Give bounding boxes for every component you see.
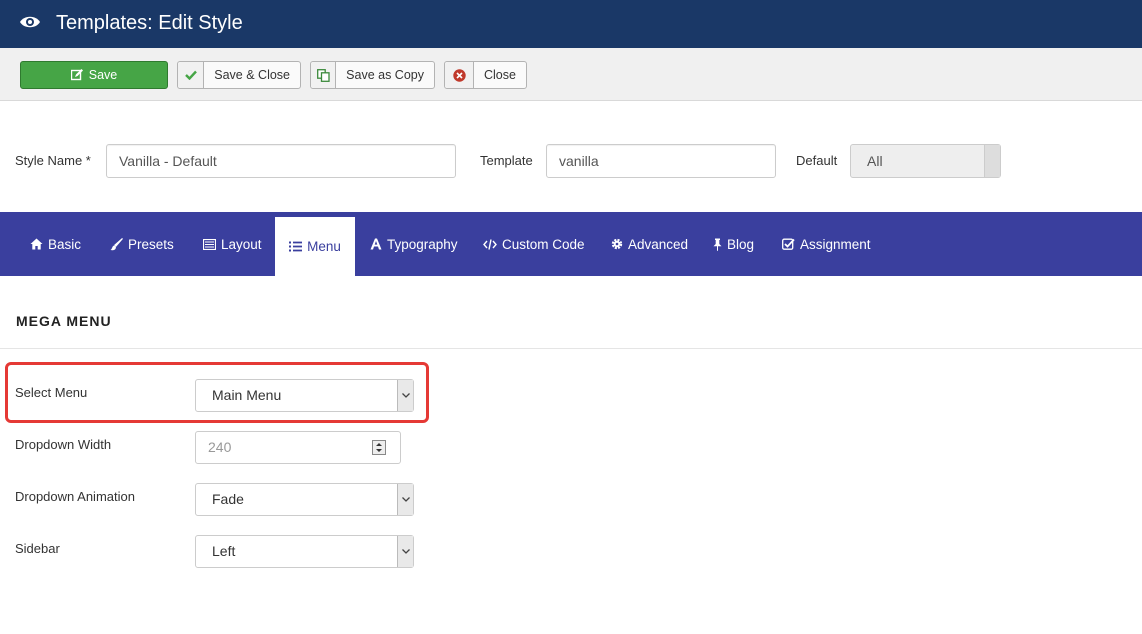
chevron-down-icon (397, 536, 413, 567)
save-close-button[interactable]: Save & Close (177, 61, 301, 89)
chevron-down-icon (397, 380, 413, 411)
select-menu-dropdown[interactable]: Main Menu (195, 379, 414, 412)
tab-presets-label: Presets (128, 236, 174, 252)
sidebar-select[interactable]: Left (195, 535, 414, 568)
tab-bar: Basic Presets Layout Menu Typography Cus… (0, 212, 1142, 276)
dropdown-animation-select[interactable]: Fade (195, 483, 414, 516)
font-icon (370, 238, 382, 250)
tab-menu[interactable]: Menu (275, 217, 355, 276)
save-close-label: Save & Close (214, 68, 290, 82)
eye-icon (20, 16, 40, 28)
tab-blog-label: Blog (727, 236, 755, 252)
home-icon (30, 238, 43, 250)
close-circle-icon (445, 62, 474, 88)
save-button[interactable]: Save (20, 61, 168, 89)
tab-presets[interactable]: Presets (110, 212, 174, 276)
dropdown-width-value: 240 (208, 439, 232, 455)
page-title: Templates: Edit Style (56, 12, 243, 34)
tab-typography-label: Typography (387, 236, 458, 252)
section-divider (0, 348, 1142, 349)
default-select[interactable]: All (850, 144, 1001, 178)
number-spinner-icon[interactable] (372, 440, 386, 455)
pin-icon (713, 238, 722, 251)
close-button[interactable]: Close (444, 61, 527, 89)
select-menu-value: Main Menu (212, 387, 282, 403)
close-label: Close (484, 68, 516, 82)
tab-blog[interactable]: Blog (713, 212, 754, 276)
toolbar: Save Save & Close Save as Copy Close (0, 48, 1142, 101)
chevron-down-icon (397, 484, 413, 515)
style-name-label: Style Name * (15, 153, 91, 168)
header-bar: Templates: Edit Style (0, 0, 1142, 48)
default-select-value: All (867, 153, 883, 169)
tab-assignment[interactable]: Assignment (782, 212, 871, 276)
dropdown-width-label: Dropdown Width (15, 437, 112, 452)
edit-icon (70, 69, 83, 81)
tab-basic-label: Basic (48, 236, 82, 252)
save-label: Save (88, 68, 118, 82)
tab-assignment-label: Assignment (800, 236, 871, 252)
list-icon (289, 241, 303, 252)
tab-custom-code[interactable]: Custom Code (483, 212, 585, 276)
style-name-input[interactable]: Vanilla - Default (106, 144, 456, 178)
chevron-down-icon (984, 145, 1000, 177)
sidebar-value: Left (212, 543, 236, 559)
tab-custom-code-label: Custom Code (502, 236, 585, 252)
tab-typography[interactable]: Typography (370, 212, 458, 276)
dropdown-animation-value: Fade (212, 491, 244, 507)
dropdown-width-input[interactable]: 240 (195, 431, 401, 464)
tab-advanced-label: Advanced (628, 236, 689, 252)
brush-icon (110, 237, 123, 250)
template-label: Template (480, 153, 533, 168)
check-icon (178, 62, 205, 88)
tab-basic[interactable]: Basic (30, 212, 81, 276)
tab-menu-label: Menu (307, 239, 341, 254)
layout-icon (203, 238, 216, 250)
sidebar-label: Sidebar (15, 541, 60, 556)
tab-advanced[interactable]: Advanced (611, 212, 688, 276)
default-label: Default (796, 153, 838, 168)
copy-icon (311, 62, 337, 88)
check-square-icon (782, 238, 795, 250)
tab-layout-label: Layout (221, 236, 262, 252)
select-menu-label: Select Menu (15, 385, 88, 400)
save-copy-button[interactable]: Save as Copy (310, 61, 435, 89)
dropdown-animation-label: Dropdown Animation (15, 489, 135, 504)
save-copy-label: Save as Copy (346, 68, 424, 82)
template-input[interactable]: vanilla (546, 144, 776, 178)
code-icon (483, 238, 497, 250)
gear-icon (611, 238, 623, 250)
tab-layout[interactable]: Layout (203, 212, 262, 276)
section-title: MEGA MENU (16, 313, 112, 329)
